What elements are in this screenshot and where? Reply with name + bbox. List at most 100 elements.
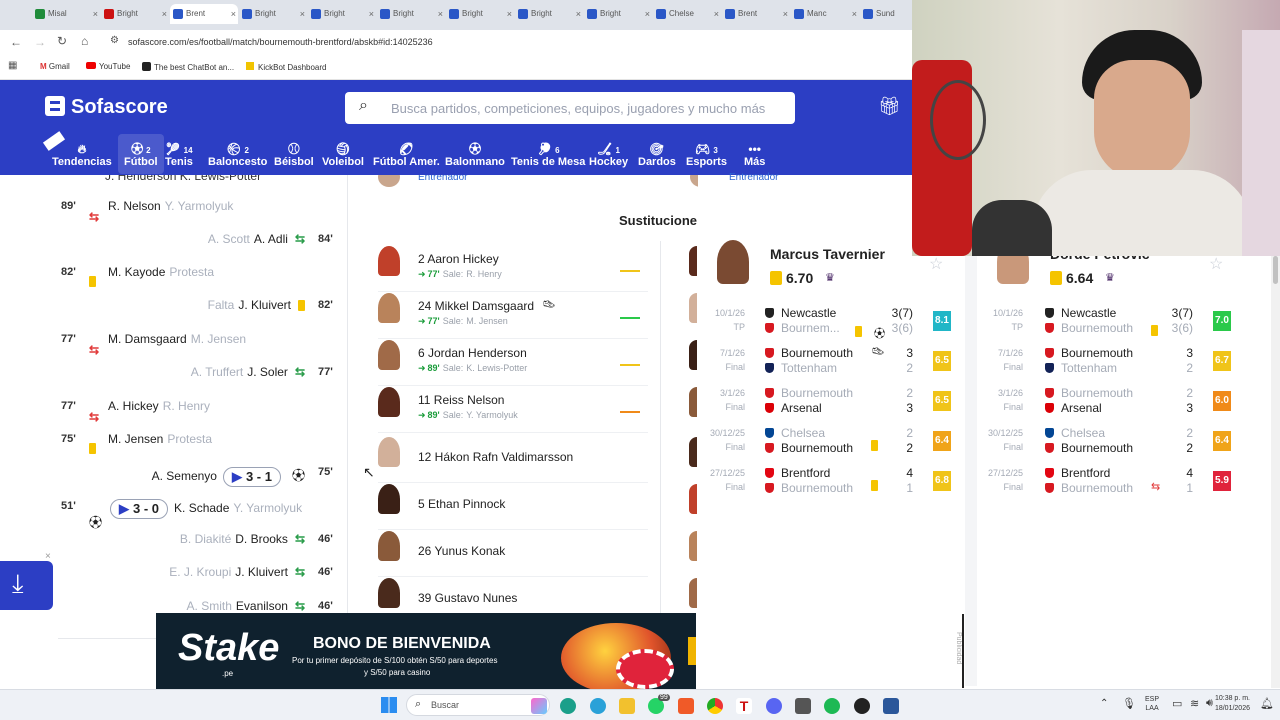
- substitute-row[interactable]: 6 Jordan Henderson ➜ 89' Sale: K. Lewis-Pott…: [378, 340, 648, 386]
- recent-match-row[interactable]: 7/1/26 Final Bournemouth Tottenham 3 2 6.7: [977, 346, 1237, 386]
- home-icon[interactable]: ⌂: [81, 34, 88, 48]
- browser-tab[interactable]: Brent ×: [170, 4, 238, 24]
- recent-match-row[interactable]: 3/1/26 Final Bournemouth Arsenal 2 3 6.5: [697, 386, 957, 426]
- nav-item[interactable]: 🏀︎ 2 Baloncesto: [208, 142, 267, 168]
- favorite-star-icon[interactable]: ☆: [1209, 254, 1223, 274]
- browser-tab[interactable]: Bright ×: [446, 4, 514, 24]
- taskbar-search[interactable]: ⌕ Buscar: [406, 694, 550, 716]
- url-text[interactable]: sofascore.com/es/football/match/bournemo…: [128, 37, 433, 47]
- recent-match-row[interactable]: 3/1/26 Final Bournemouth Arsenal 2 3 6.0: [977, 386, 1237, 426]
- text-app-icon[interactable]: T: [736, 698, 752, 714]
- explorer-icon[interactable]: [619, 698, 635, 714]
- timeline-event[interactable]: ⇆ R. Nelson Y. Yarmolyuk: [89, 199, 233, 224]
- site-info-icon[interactable]: ⚙: [110, 35, 119, 46]
- away-coach-label[interactable]: Entrenador: [729, 172, 778, 183]
- tray-display-icon[interactable]: ▭: [1172, 697, 1182, 710]
- nav-item[interactable]: 🎮︎ 3 Esports: [686, 142, 727, 168]
- recent-match-row[interactable]: 27/12/25 Final Brentford Bournemouth 4 1 6.8: [697, 466, 957, 506]
- spotify-icon[interactable]: [824, 698, 840, 714]
- timeline-event[interactable]: A. Semenyo ▶ 3 - 1 ⚽︎: [152, 465, 305, 487]
- tab-close-icon[interactable]: ×: [93, 4, 98, 24]
- edge-icon[interactable]: [560, 698, 576, 714]
- browser-tab[interactable]: Bright ×: [239, 4, 307, 24]
- chrome-icon[interactable]: [707, 698, 723, 714]
- timeline-event[interactable]: M. Jensen Protesta: [89, 432, 212, 454]
- timeline-event[interactable]: A. Smith Evanilson ⇆: [187, 599, 305, 613]
- nav-item[interactable]: 🔥︎ Tendencias: [52, 142, 112, 168]
- recent-match-row[interactable]: 30/12/25 Final Chelsea Bournemouth 2 2 6.4: [697, 426, 957, 466]
- timeline-event[interactable]: ⇆ M. Damsgaard M. Jensen: [89, 332, 246, 357]
- substitute-row[interactable]: 2 Aaron Hickey ➜ 77' Sale: R. Henry: [378, 246, 648, 292]
- windows-start-icon[interactable]: [381, 697, 397, 713]
- search-input[interactable]: Busca partidos, competiciones, equipos, …: [391, 101, 765, 116]
- timeline-event[interactable]: Falta J. Kluivert: [208, 298, 305, 312]
- page-scrollbar[interactable]: [1271, 256, 1280, 688]
- tray-clock[interactable]: 10:38 p. m. 18/01/2026: [1208, 694, 1250, 714]
- browser-tab[interactable]: Bright ×: [377, 4, 445, 24]
- bookmark-chatbot[interactable]: The best ChatBot an...: [142, 62, 234, 72]
- stake-ad-banner[interactable]: Stake .pe BONO DE BIENVENIDA Por tu prim…: [156, 613, 696, 689]
- tab-close-icon[interactable]: ×: [300, 4, 305, 24]
- substitute-row[interactable]: 11 Reiss Nelson ➜ 89' Sale: Y. Yarmolyuk: [378, 387, 648, 433]
- recent-match-row[interactable]: 30/12/25 Final Chelsea Bournemouth 2 2 6.4: [977, 426, 1237, 466]
- apps-grid-icon[interactable]: ▦: [8, 60, 17, 71]
- timeline-event[interactable]: A. Scott A. Adli ⇆: [208, 232, 305, 246]
- obs-icon[interactable]: [854, 698, 870, 714]
- favorite-star-icon[interactable]: ☆: [929, 254, 943, 274]
- tab-close-icon[interactable]: ×: [576, 4, 581, 24]
- nav-item[interactable]: ⚽︎ 2 Fútbol: [118, 134, 164, 174]
- nav-item[interactable]: 🏒︎ 1 Hockey: [589, 142, 628, 168]
- score-pill[interactable]: ▶ 3 - 1: [222, 466, 281, 487]
- browser-tab[interactable]: Misal ×: [32, 4, 100, 24]
- browser-tab[interactable]: Bright ×: [515, 4, 583, 24]
- timeline-event[interactable]: A. Truffert J. Soler ⇆: [191, 365, 305, 379]
- substitute-row[interactable]: 26 Yunus Konak: [378, 531, 648, 577]
- tab-close-icon[interactable]: ×: [231, 4, 236, 24]
- recent-match-row[interactable]: 27/12/25 Final Brentford Bournemouth 4 1 5.9: [977, 466, 1237, 506]
- tray-mic-icon[interactable]: 🎙︎: [1122, 697, 1136, 710]
- recent-match-row[interactable]: 10/1/26 TP Newcastle Bournem... 3(7) 3(6) 8.1: [697, 306, 957, 346]
- copilot-icon[interactable]: [531, 698, 547, 714]
- sofascore-logo[interactable]: Sofascore: [45, 96, 168, 120]
- nav-item[interactable]: 🎾︎ 14 Tenis: [165, 142, 193, 168]
- bookmark-kickbot[interactable]: KickBot Dashboard: [246, 62, 326, 72]
- browser-tab[interactable]: Bright ×: [308, 4, 376, 24]
- back-icon[interactable]: ←: [10, 35, 22, 49]
- timeline-event[interactable]: ⇆ A. Hickey R. Henry: [89, 399, 210, 424]
- brave-icon[interactable]: [678, 698, 694, 714]
- word-icon[interactable]: [883, 698, 899, 714]
- browser-tab[interactable]: Manc ×: [791, 4, 859, 24]
- browser-tab[interactable]: Bright ×: [584, 4, 652, 24]
- calculator-icon[interactable]: [795, 698, 811, 714]
- nav-item[interactable]: 🏓︎ 6 Tenis de Mesa: [511, 142, 585, 168]
- search-box[interactable]: ⌕ Busca partidos, competiciones, equipos…: [345, 92, 795, 124]
- coach-label[interactable]: Entrenador: [418, 175, 467, 183]
- tab-close-icon[interactable]: ×: [507, 4, 512, 24]
- tray-bell-icon[interactable]: 🔔︎: [1260, 697, 1274, 710]
- recent-match-row[interactable]: 10/1/26 TP Newcastle Bournemouth 3(7) 3(6) 7.0: [977, 306, 1237, 346]
- recent-match-row[interactable]: 7/1/26 Final Bournemouth Tottenham 3 2 6.5: [697, 346, 957, 386]
- scrollbar-thumb[interactable]: [1273, 256, 1278, 284]
- substitute-row[interactable]: 39 Gustavo Nunes: [378, 578, 648, 612]
- timeline-event[interactable]: M. Kayode Protesta: [89, 265, 214, 287]
- nav-item[interactable]: 🏐︎ Voleibol: [322, 142, 364, 168]
- substitute-row[interactable]: 5 Ethan Pinnock: [378, 484, 648, 530]
- discord-icon[interactable]: [766, 698, 782, 714]
- tab-close-icon[interactable]: ×: [645, 4, 650, 24]
- bookmark-youtube[interactable]: YouTube: [86, 62, 130, 71]
- forward-icon[interactable]: →: [34, 35, 46, 49]
- browser-tab[interactable]: Chelse ×: [653, 4, 721, 24]
- tab-close-icon[interactable]: ×: [162, 4, 167, 24]
- nav-item[interactable]: ⚾︎ Béisbol: [274, 142, 314, 168]
- tray-language[interactable]: ESP LAA: [1145, 695, 1159, 713]
- timeline-event[interactable]: ⚽︎ ▶ 3 - 0 K. Schade Y. Yarmolyuk: [89, 499, 302, 530]
- tray-wifi-icon[interactable]: ≋: [1190, 697, 1199, 710]
- nav-item[interactable]: 🏈︎ Fútbol Amer.: [373, 142, 440, 168]
- tab-close-icon[interactable]: ×: [438, 4, 443, 24]
- nav-item[interactable]: ••• Más: [744, 142, 765, 168]
- close-download-icon[interactable]: ×: [45, 551, 51, 562]
- substitute-row[interactable]: 12 Hákon Rafn Valdimarsson: [378, 437, 648, 483]
- tab-close-icon[interactable]: ×: [852, 4, 857, 24]
- telegram-icon[interactable]: [590, 698, 606, 714]
- browser-tab[interactable]: Sund×: [860, 4, 912, 24]
